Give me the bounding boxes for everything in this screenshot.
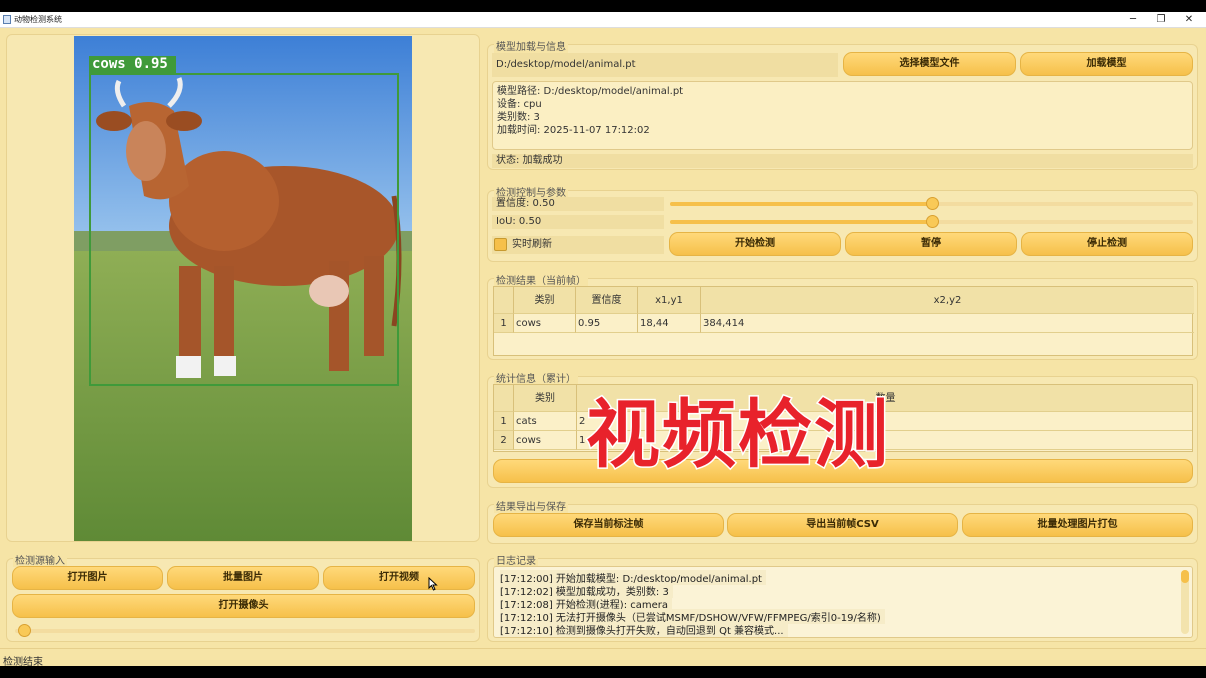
stats-row-index: 1: [494, 412, 514, 431]
results-header-x2y2[interactable]: x2,y2: [701, 287, 1194, 314]
model-info-line: 加载时间: 2025-11-07 17:12:02: [497, 125, 650, 136]
log-panel-title: 日志记录: [494, 552, 538, 567]
realtime-refresh-label: 实时刷新: [512, 239, 552, 250]
confidence-slider-fill: [670, 202, 932, 206]
app-icon: [3, 15, 11, 24]
app-window: 动物检测系统 ─ ❐ ✕ cows 0.95 检测源输入 打开图片 批量图片 打…: [0, 12, 1206, 668]
log-scrollbar[interactable]: [1181, 570, 1189, 634]
model-panel: 模型加载与信息 D:/desktop/model/animal.pt 选择模型文…: [487, 38, 1198, 170]
results-cell-x1y1[interactable]: 18,44: [638, 314, 701, 333]
stats-cell-class[interactable]: cats: [514, 412, 577, 431]
video-caption-overlay: 视频检测: [585, 392, 890, 478]
realtime-refresh-row[interactable]: 实时刷新: [492, 236, 664, 254]
stats-row-index: 2: [494, 431, 514, 450]
model-panel-title: 模型加载与信息: [494, 38, 568, 53]
mouse-cursor-icon: [428, 577, 438, 591]
open-camera-button[interactable]: 打开摄像头: [12, 594, 475, 618]
source-panel: 检测源输入 打开图片 批量图片 打开视频 打开摄像头: [6, 552, 480, 642]
restore-button[interactable]: ❐: [1147, 12, 1175, 28]
results-header-confidence[interactable]: 置信度: [576, 287, 638, 314]
log-line: [17:12:10] 检测到摄像头打开失败，自动回退到 Qt 兼容模式...: [500, 622, 788, 637]
source-panel-title: 检测源输入: [13, 552, 67, 567]
results-header-class[interactable]: 类别: [514, 287, 576, 314]
detection-label: cows 0.95: [92, 56, 168, 72]
results-panel: 检测结果（当前帧） 类别 置信度 x1,y1 x2,y2 1 cows 0.95…: [487, 272, 1198, 360]
results-header-x1y1[interactable]: x1,y1: [638, 287, 701, 314]
model-status-text: 状态: 加载成功: [492, 154, 1193, 168]
confidence-label: 置信度: 0.50: [492, 197, 664, 211]
pause-button[interactable]: 暂停: [845, 232, 1017, 256]
results-cell-x2y2[interactable]: 384,414: [701, 314, 1194, 333]
iou-slider-fill: [670, 220, 932, 224]
confidence-slider[interactable]: [670, 197, 1193, 210]
video-progress-track[interactable]: [15, 624, 475, 637]
results-panel-title: 检测结果（当前帧）: [494, 272, 588, 287]
stats-panel-title: 统计信息（累计）: [494, 370, 578, 385]
title-bar: 动物检测系统 ─ ❐ ✕: [0, 12, 1206, 28]
model-path-field[interactable]: D:/desktop/model/animal.pt: [492, 53, 838, 77]
iou-slider-handle[interactable]: [925, 215, 939, 228]
status-bar: 检测结束: [0, 648, 1206, 668]
model-info-line: 设备: cpu: [497, 99, 542, 110]
results-table: 类别 置信度 x1,y1 x2,y2 1 cows 0.95 18,44 384…: [493, 286, 1194, 356]
results-corner-cell: [494, 287, 514, 314]
log-panel: 日志记录 [17:12:00] 开始加载模型: D:/desktop/model…: [487, 552, 1198, 642]
choose-model-button[interactable]: 选择模型文件: [843, 52, 1016, 76]
results-cell-confidence[interactable]: 0.95: [576, 314, 638, 333]
model-info-line: 模型路径: D:/desktop/model/animal.pt: [497, 86, 684, 97]
preview-panel: cows 0.95: [6, 34, 480, 542]
video-progress-handle[interactable]: [18, 624, 32, 637]
stop-detection-button[interactable]: 停止检测: [1021, 232, 1193, 256]
confidence-slider-handle[interactable]: [925, 197, 939, 210]
stats-header-class[interactable]: 类别: [514, 385, 577, 412]
results-row-index: 1: [494, 314, 514, 333]
close-button[interactable]: ✕: [1175, 12, 1203, 28]
control-panel: 检测控制与参数 置信度: 0.50 IoU: 0.50 实时刷新 开始检测 暂停…: [487, 184, 1198, 262]
stats-corner-cell: [494, 385, 514, 412]
save-annotated-frame-button[interactable]: 保存当前标注帧: [493, 513, 724, 537]
batch-image-button[interactable]: 批量图片: [167, 566, 319, 590]
model-info-box: 模型路径: D:/desktop/model/animal.pt 设备: cpu…: [492, 81, 1193, 150]
export-panel-title: 结果导出与保存: [494, 498, 568, 513]
results-cell-class[interactable]: cows: [514, 314, 576, 333]
export-csv-button[interactable]: 导出当前帧CSV: [727, 513, 958, 537]
minimize-button[interactable]: ─: [1119, 12, 1147, 28]
open-video-button[interactable]: 打开视频: [323, 566, 475, 590]
log-textbox[interactable]: [17:12:00] 开始加载模型: D:/desktop/model/anim…: [493, 566, 1193, 638]
log-scrollbar-thumb[interactable]: [1181, 570, 1189, 583]
export-panel: 结果导出与保存 保存当前标注帧 导出当前帧CSV 批量处理图片打包: [487, 498, 1198, 544]
batch-package-button[interactable]: 批量处理图片打包: [962, 513, 1193, 537]
iou-slider[interactable]: [670, 215, 1193, 228]
preview-image: [74, 36, 412, 541]
open-image-button[interactable]: 打开图片: [12, 566, 163, 590]
iou-label: IoU: 0.50: [492, 215, 664, 229]
window-title: 动物检测系统: [14, 15, 62, 24]
realtime-checkbox[interactable]: [494, 238, 507, 251]
stats-cell-class[interactable]: cows: [514, 431, 577, 450]
start-detection-button[interactable]: 开始检测: [669, 232, 841, 256]
model-info-line: 类别数: 3: [497, 112, 540, 123]
load-model-button[interactable]: 加载模型: [1020, 52, 1193, 76]
